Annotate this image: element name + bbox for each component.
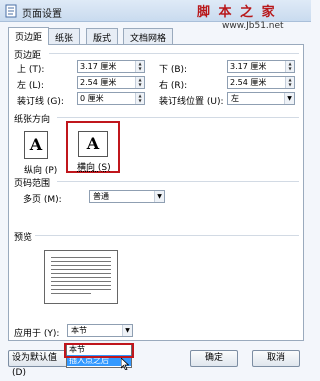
- word-document-icon: [5, 4, 17, 18]
- preview-text-line: [51, 289, 111, 290]
- tab-document-grid[interactable]: 文档网格: [123, 28, 174, 44]
- multiple-pages-select[interactable]: 普通 ▼: [89, 190, 165, 203]
- gutter-position-label: 装订线位置 (U):: [159, 97, 224, 107]
- preview-section-label: 预览: [14, 233, 33, 243]
- portrait-label[interactable]: 纵向 (P): [24, 163, 57, 176]
- chevron-down-icon[interactable]: ▼: [154, 191, 164, 202]
- chevron-down-icon[interactable]: ▼: [122, 325, 132, 336]
- tab-layout[interactable]: 版式: [86, 28, 119, 44]
- watermark-url: www.Jb51.net: [222, 21, 284, 31]
- multiple-pages-label: 多页 (M):: [23, 195, 62, 205]
- apply-to-label: 应用于 (Y):: [14, 329, 60, 339]
- bottom-margin-spinner[interactable]: 3.17 厘米 ▲ ▼: [227, 60, 295, 73]
- pages-section-label: 页码范围: [14, 179, 51, 189]
- spinner-arrows-icon[interactable]: ▲ ▼: [285, 61, 294, 72]
- preview-text-line: [51, 265, 111, 266]
- landscape-label[interactable]: 横向 (S): [77, 160, 111, 173]
- right-margin-label: 右 (R):: [159, 81, 188, 91]
- left-margin-label: 左 (L):: [17, 81, 44, 91]
- divider: [49, 53, 299, 54]
- preview-text-line: [51, 261, 111, 262]
- tab-margins[interactable]: 页边距: [8, 27, 50, 45]
- mouse-cursor-icon: [121, 358, 129, 370]
- page-preview: [44, 250, 118, 304]
- dropdown-highlight-box: [64, 343, 134, 358]
- right-margin-spinner[interactable]: 2.54 厘米 ▲ ▼: [227, 76, 295, 89]
- ok-button[interactable]: 确定: [190, 350, 238, 367]
- gutter-position-select[interactable]: 左 ▼: [227, 92, 295, 105]
- spinner-arrows-icon[interactable]: ▲ ▼: [135, 77, 144, 88]
- watermark-text: 脚 本 之 家: [197, 5, 277, 20]
- orientation-section-label: 纸张方向: [14, 115, 51, 125]
- landscape-icon[interactable]: A: [78, 131, 108, 157]
- spinner-arrows-icon[interactable]: ▲ ▼: [135, 61, 144, 72]
- divider: [57, 181, 299, 182]
- apply-to-select[interactable]: 本节 ▼: [67, 324, 133, 337]
- divider: [57, 117, 299, 118]
- cancel-button[interactable]: 取消: [252, 350, 300, 367]
- preview-text-line: [51, 281, 111, 282]
- divider: [35, 235, 299, 236]
- bottom-margin-label: 下 (B):: [159, 65, 188, 75]
- preview-text-line: [51, 277, 111, 278]
- preview-text-line: [51, 273, 111, 274]
- margins-section-label: 页边距: [14, 51, 42, 61]
- top-margin-label: 上 (T):: [17, 65, 45, 75]
- spinner-arrows-icon[interactable]: ▲ ▼: [285, 77, 294, 88]
- tab-paper[interactable]: 纸张: [48, 28, 81, 44]
- spinner-arrows-icon[interactable]: ▲ ▼: [135, 93, 144, 104]
- gutter-spinner[interactable]: 0 厘米 ▲ ▼: [77, 92, 145, 105]
- left-margin-spinner[interactable]: 2.54 厘米 ▲ ▼: [77, 76, 145, 89]
- preview-text-line: [51, 257, 111, 258]
- preview-text-line: [51, 269, 111, 270]
- preview-text-line: [51, 285, 111, 286]
- gutter-label: 装订线 (G):: [17, 97, 64, 107]
- preview-text-line: [51, 293, 91, 294]
- set-default-button[interactable]: 设为默认值 (D): [8, 350, 68, 378]
- portrait-icon[interactable]: A: [24, 131, 48, 159]
- window-title: 页面设置: [22, 9, 62, 20]
- chevron-down-icon[interactable]: ▼: [284, 93, 294, 104]
- top-margin-spinner[interactable]: 3.17 厘米 ▲ ▼: [77, 60, 145, 73]
